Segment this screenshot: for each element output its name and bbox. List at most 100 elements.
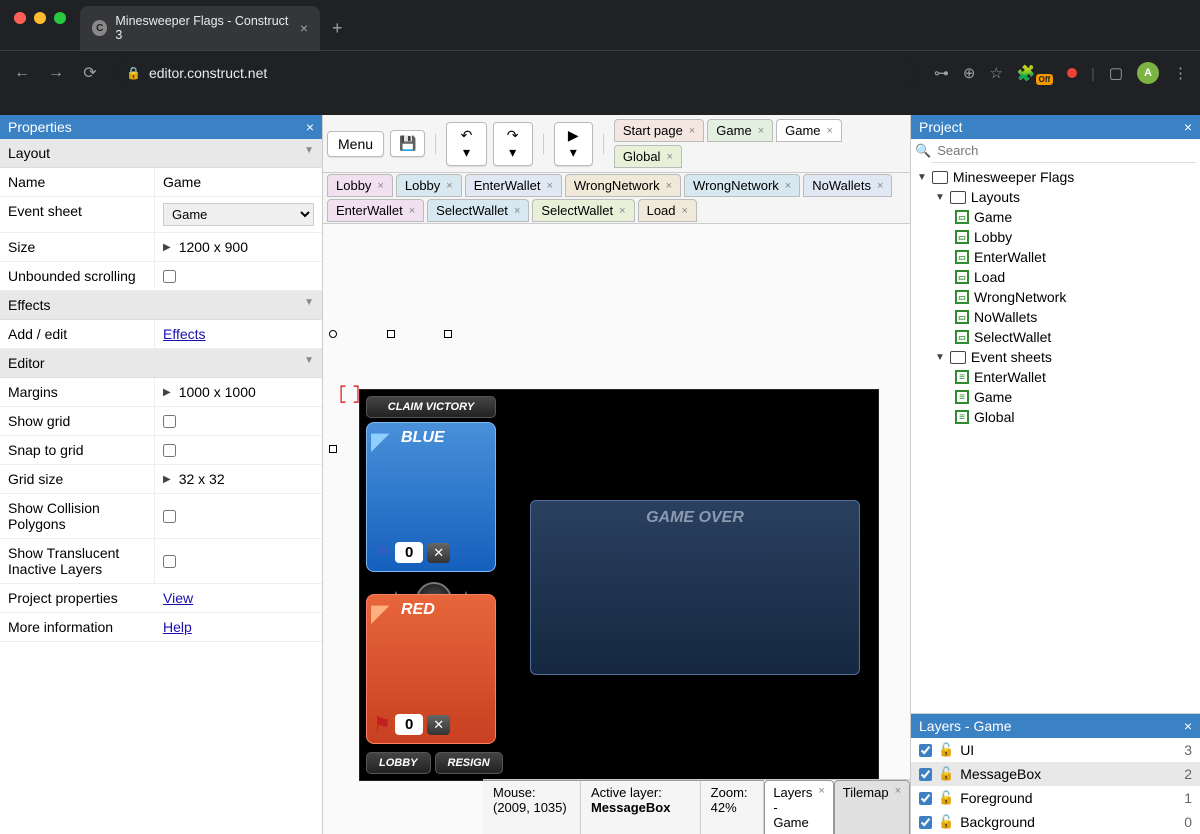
tab-close-icon[interactable]: ×: [446, 180, 452, 192]
forward-button[interactable]: →: [46, 64, 66, 82]
layout-canvas[interactable]: ┌ ┐└ ┘ CLAIM VICTORY ◤ BLUE ⚑ 0 ✕ ★ 51: [323, 224, 910, 834]
editor-section-header[interactable]: Editor▼: [0, 349, 322, 378]
lock-icon[interactable]: 🔓: [938, 766, 954, 782]
document-tab[interactable]: Lobby×: [396, 174, 462, 197]
document-tab[interactable]: NoWallets×: [803, 174, 892, 197]
undo-button[interactable]: ↶ ▾: [446, 122, 486, 166]
prop-event-sheet-select[interactable]: Game: [155, 197, 322, 232]
document-tab[interactable]: Global×: [614, 145, 682, 168]
browser-tab[interactable]: C Minesweeper Flags - Construct 3 ×: [80, 6, 320, 50]
layer-row[interactable]: 🔓MessageBox2: [911, 762, 1200, 786]
showtrans-checkbox[interactable]: [163, 555, 176, 568]
showcoll-checkbox[interactable]: [163, 510, 176, 523]
layer-row[interactable]: 🔓UI3: [911, 738, 1200, 762]
back-button[interactable]: ←: [12, 64, 32, 82]
minimize-window-button[interactable]: [34, 12, 46, 24]
layer-visibility-checkbox[interactable]: [919, 792, 932, 805]
profile-avatar[interactable]: A: [1137, 62, 1159, 84]
tree-item[interactable]: ▭Load: [913, 267, 1198, 287]
tab-close-icon[interactable]: ×: [666, 180, 672, 192]
project-search-input[interactable]: [931, 139, 1196, 163]
project-props-link[interactable]: View: [163, 590, 193, 606]
layer-visibility-checkbox[interactable]: [919, 816, 932, 829]
tab-close-icon[interactable]: ×: [689, 125, 695, 137]
play-button[interactable]: ▶ ▾: [554, 122, 593, 166]
redo-button[interactable]: ↷ ▾: [493, 122, 533, 166]
cast-icon[interactable]: ▢: [1109, 64, 1123, 82]
tree-item[interactable]: ▭Game: [913, 207, 1198, 227]
reload-button[interactable]: ⟳: [80, 63, 100, 83]
tree-item[interactable]: ▭WrongNetwork: [913, 287, 1198, 307]
tree-item[interactable]: ▭NoWallets: [913, 307, 1198, 327]
properties-close-icon[interactable]: ×: [306, 119, 314, 135]
bottom-tab-layers[interactable]: Layers - Game×: [764, 780, 833, 834]
tab-close-icon[interactable]: ×: [619, 205, 625, 217]
add-icon[interactable]: ⊕: [963, 64, 976, 82]
bottom-tab-tilemap[interactable]: Tilemap×: [834, 780, 910, 834]
prop-size-value[interactable]: ▶1200 x 900: [155, 233, 322, 261]
record-icon[interactable]: [1067, 68, 1077, 78]
claim-victory-button[interactable]: CLAIM VICTORY: [366, 396, 496, 418]
tab-close-icon[interactable]: ×: [546, 180, 552, 192]
document-tab[interactable]: Load×: [638, 199, 697, 222]
new-tab-button[interactable]: +: [332, 18, 343, 39]
layer-row[interactable]: 🔓Foreground1: [911, 786, 1200, 810]
unbounded-checkbox[interactable]: [163, 270, 176, 283]
layer-visibility-checkbox[interactable]: [919, 768, 932, 781]
tab-close-icon[interactable]: ×: [514, 205, 520, 217]
layout-section-header[interactable]: Layout▼: [0, 139, 322, 168]
close-tab-icon[interactable]: ×: [300, 20, 308, 36]
showgrid-checkbox[interactable]: [163, 415, 176, 428]
menu-button[interactable]: Menu: [327, 131, 384, 157]
effects-link[interactable]: Effects: [163, 326, 206, 342]
layer-row[interactable]: 🔓Background0: [911, 810, 1200, 834]
document-tab[interactable]: WrongNetwork×: [565, 174, 681, 197]
url-bar[interactable]: 🔒 editor.construct.net: [114, 59, 920, 87]
document-tab[interactable]: SelectWallet×: [532, 199, 634, 222]
resign-button[interactable]: RESIGN: [435, 752, 503, 774]
lock-icon[interactable]: 🔓: [938, 790, 954, 806]
close-window-button[interactable]: [14, 12, 26, 24]
tree-item[interactable]: ▼Layouts: [913, 187, 1198, 207]
snapgrid-checkbox[interactable]: [163, 444, 176, 457]
tree-item[interactable]: Global: [913, 407, 1198, 427]
tab-close-icon[interactable]: ×: [682, 205, 688, 217]
tree-item[interactable]: ▭Lobby: [913, 227, 1198, 247]
menu-icon[interactable]: ⋮: [1173, 64, 1188, 82]
tree-item[interactable]: ▭EnterWallet: [913, 247, 1198, 267]
layers-close-icon[interactable]: ×: [1184, 718, 1192, 734]
save-button[interactable]: 💾: [390, 130, 425, 157]
document-tab[interactable]: SelectWallet×: [427, 199, 529, 222]
project-close-icon[interactable]: ×: [1184, 119, 1192, 135]
layer-visibility-checkbox[interactable]: [919, 744, 932, 757]
tab-close-icon[interactable]: ×: [758, 125, 764, 137]
star-icon[interactable]: ☆: [989, 64, 1002, 82]
tree-item[interactable]: ▭SelectWallet: [913, 327, 1198, 347]
prop-name-value[interactable]: Game: [155, 168, 322, 196]
document-tab[interactable]: WrongNetwork×: [684, 174, 800, 197]
more-info-link[interactable]: Help: [163, 619, 192, 635]
key-icon[interactable]: ⊶: [934, 64, 949, 82]
tab-close-icon[interactable]: ×: [827, 125, 833, 137]
document-tab[interactable]: Lobby×: [327, 174, 393, 197]
tree-item[interactable]: Game: [913, 387, 1198, 407]
maximize-window-button[interactable]: [54, 12, 66, 24]
tab-close-icon[interactable]: ×: [877, 180, 883, 192]
document-tab[interactable]: Game×: [776, 119, 842, 142]
effects-section-header[interactable]: Effects▼: [0, 291, 322, 320]
tree-item[interactable]: ▼Minesweeper Flags: [913, 167, 1198, 187]
extensions-icon[interactable]: 🧩Off: [1017, 64, 1053, 82]
lock-icon[interactable]: 🔓: [938, 742, 954, 758]
tree-item[interactable]: EnterWallet: [913, 367, 1198, 387]
tab-close-icon[interactable]: ×: [377, 180, 383, 192]
document-tab[interactable]: EnterWallet×: [465, 174, 562, 197]
document-tab[interactable]: Start page×: [614, 119, 704, 142]
tree-item[interactable]: ▼Event sheets: [913, 347, 1198, 367]
x-button[interactable]: ✕: [427, 543, 450, 563]
tab-close-icon[interactable]: ×: [785, 180, 791, 192]
lobby-button[interactable]: LOBBY: [366, 752, 431, 774]
document-tab[interactable]: Game×: [707, 119, 773, 142]
x-button[interactable]: ✕: [427, 715, 450, 735]
document-tab[interactable]: EnterWallet×: [327, 199, 424, 222]
tab-close-icon[interactable]: ×: [666, 151, 672, 163]
